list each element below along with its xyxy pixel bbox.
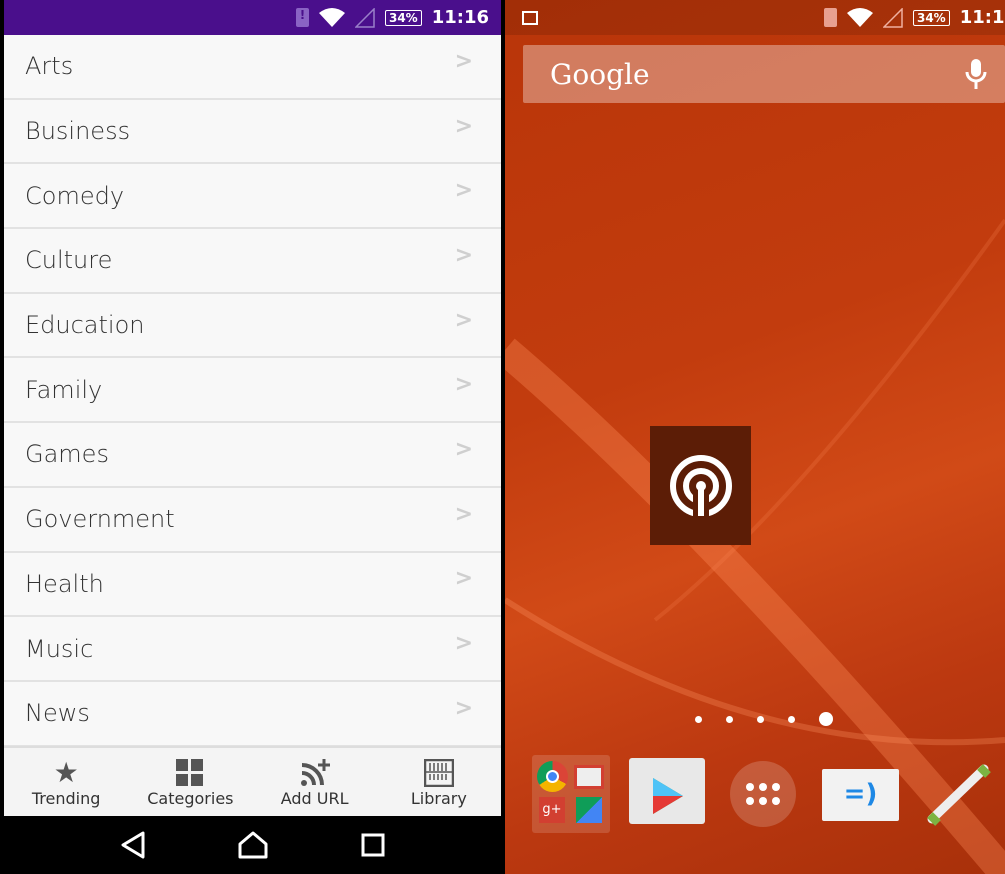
status-bar: ! 34% 11:16 bbox=[4, 0, 501, 35]
chevron-right-icon: > bbox=[454, 566, 473, 592]
category-label: Health bbox=[25, 569, 104, 598]
page-dot[interactable] bbox=[757, 715, 764, 723]
chevron-right-icon: > bbox=[454, 695, 473, 721]
category-label: Culture bbox=[25, 246, 113, 275]
category-item-business[interactable]: Business > bbox=[4, 100, 501, 165]
page-dot[interactable] bbox=[695, 715, 702, 723]
recents-icon[interactable] bbox=[361, 833, 385, 857]
category-item-family[interactable]: Family > bbox=[4, 358, 501, 424]
category-label: Music bbox=[25, 634, 94, 663]
tab-add-url[interactable]: Add URL bbox=[253, 748, 377, 816]
phone-icon[interactable] bbox=[924, 761, 994, 827]
category-label: News bbox=[25, 699, 90, 728]
bottom-tab-bar: ★ Trending Categories Add URL Library bbox=[4, 746, 501, 816]
wallpaper-curves bbox=[505, 218, 1005, 874]
signal-icon bbox=[354, 7, 375, 28]
clock: 11:16 bbox=[431, 7, 489, 28]
podcast-app-screen: ! 34% 11:16 Arts > Business > Comedy > Cult… bbox=[4, 0, 501, 874]
podcast-app-shortcut[interactable] bbox=[650, 426, 751, 545]
chevron-right-icon: > bbox=[454, 501, 473, 527]
sim-alert-icon: ! bbox=[295, 8, 309, 27]
rss-add-icon bbox=[300, 757, 330, 789]
category-item-government[interactable]: Government > bbox=[4, 488, 501, 553]
category-label: Games bbox=[25, 440, 109, 469]
chrome-icon bbox=[537, 761, 568, 792]
home-icon[interactable] bbox=[238, 831, 268, 859]
page-dot[interactable] bbox=[788, 715, 795, 723]
tab-label: Add URL bbox=[280, 788, 349, 808]
category-item-health[interactable]: Health > bbox=[4, 553, 501, 618]
page-dot[interactable] bbox=[726, 715, 733, 723]
apps-grid-icon bbox=[746, 783, 780, 805]
app-drawer-button[interactable] bbox=[730, 761, 796, 827]
google-apps-folder[interactable]: g+ bbox=[532, 755, 610, 833]
maps-icon bbox=[576, 797, 602, 823]
category-label: Business bbox=[25, 117, 131, 146]
category-list: Arts > Business > Comedy > Culture > Educati… bbox=[4, 35, 501, 746]
category-item-arts[interactable]: Arts > bbox=[4, 35, 501, 100]
grid-icon bbox=[176, 757, 204, 789]
google-logo: Google bbox=[550, 57, 650, 91]
google-search-bar[interactable]: Google bbox=[523, 45, 1005, 103]
tab-label: Library bbox=[410, 788, 467, 808]
category-item-culture[interactable]: Culture > bbox=[4, 229, 501, 294]
category-item-education[interactable]: Education > bbox=[4, 294, 501, 359]
tab-label: Categories bbox=[147, 788, 234, 808]
category-item-comedy[interactable]: Comedy > bbox=[4, 164, 501, 230]
category-label: Comedy bbox=[25, 181, 125, 210]
page-indicator bbox=[695, 712, 833, 726]
wifi-icon bbox=[318, 7, 345, 27]
play-store-icon[interactable] bbox=[629, 758, 705, 824]
tab-library[interactable]: Library bbox=[377, 748, 501, 816]
chevron-right-icon: > bbox=[454, 48, 473, 74]
category-label: Education bbox=[25, 311, 145, 340]
system-nav-bar bbox=[4, 816, 501, 874]
battery-icon: 34% bbox=[384, 9, 422, 26]
gmail-icon bbox=[574, 765, 604, 789]
tab-categories[interactable]: Categories bbox=[128, 748, 252, 816]
chevron-right-icon: > bbox=[454, 436, 473, 462]
category-label: Arts bbox=[25, 52, 74, 81]
podcast-icon bbox=[669, 454, 732, 518]
chevron-right-icon: > bbox=[454, 307, 473, 333]
tab-trending[interactable]: ★ Trending bbox=[4, 748, 128, 816]
back-icon[interactable] bbox=[120, 831, 146, 859]
tab-label: Trending bbox=[31, 788, 101, 808]
category-item-music[interactable]: Music > bbox=[4, 617, 501, 682]
dock: g+ =) bbox=[532, 755, 1005, 833]
category-label: Family bbox=[25, 375, 103, 404]
messaging-icon[interactable]: =) bbox=[822, 769, 899, 821]
category-label: Government bbox=[25, 505, 175, 534]
google-plus-icon: g+ bbox=[539, 797, 565, 823]
category-item-games[interactable]: Games > bbox=[4, 423, 501, 488]
chevron-right-icon: > bbox=[454, 242, 473, 268]
chevron-right-icon: > bbox=[454, 631, 473, 657]
star-icon: ★ bbox=[53, 756, 79, 789]
chevron-right-icon: > bbox=[454, 372, 473, 398]
library-icon bbox=[423, 757, 454, 789]
chevron-right-icon: > bbox=[454, 113, 473, 139]
category-item-news[interactable]: News > bbox=[4, 682, 501, 746]
mic-icon[interactable] bbox=[965, 58, 987, 90]
home-screen: 34% 11:16 Google g+ =) bbox=[505, 0, 1005, 874]
page-dot-current[interactable] bbox=[819, 712, 833, 726]
chevron-right-icon: > bbox=[454, 178, 473, 204]
